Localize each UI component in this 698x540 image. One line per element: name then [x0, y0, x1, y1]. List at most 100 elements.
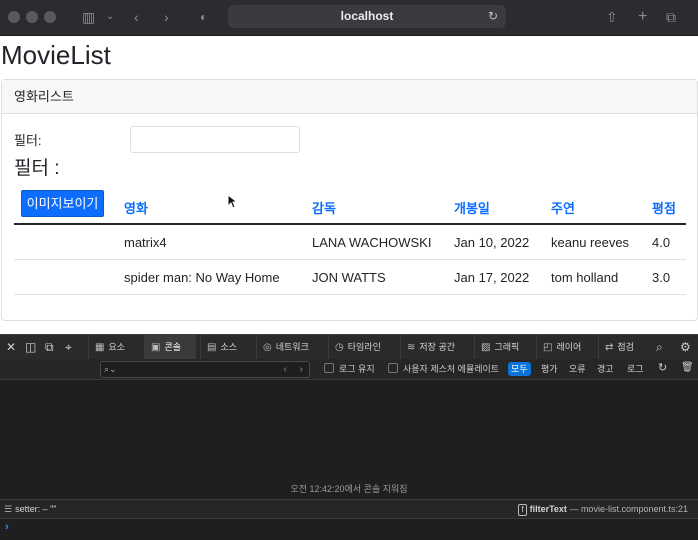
page-title: MovieList — [1, 40, 111, 70]
cell-rating: 4.0 — [652, 235, 671, 250]
checkbox-icon — [324, 363, 334, 373]
function-icon: f — [518, 504, 527, 516]
emulate-gesture-checkbox[interactable]: 사용자 제스처 에뮬레이트 — [388, 362, 499, 376]
column-header-rating[interactable]: 평점 — [652, 198, 676, 217]
table-row: matrix4 LANA WACHOWSKI Jan 10, 2022 kean… — [14, 225, 686, 260]
network-icon: ◎ — [263, 342, 272, 353]
chevron-down-icon[interactable]: ⌄ — [106, 7, 114, 27]
detach-icon[interactable]: ⧉ — [45, 335, 54, 359]
filter-label: 필터: — [14, 133, 42, 148]
tab-timeline[interactable]: ◷ 타임라인 — [328, 335, 396, 359]
cell-title: matrix4 — [124, 235, 167, 250]
source-location: — movie-list.component.ts:21 — [566, 504, 688, 514]
call-location[interactable]: f filterText — movie-list.component.ts:21 — [518, 500, 688, 518]
level-evaluations[interactable]: 평가 — [538, 362, 561, 376]
element-picker-icon[interactable]: ⌖ — [65, 335, 72, 359]
tab-overview-icon[interactable]: ⧉ — [666, 7, 676, 27]
audit-icon: ⇄ — [605, 342, 614, 353]
url-text: localhost — [340, 9, 394, 23]
tab-label: 콘솔 — [164, 342, 182, 352]
inspector-tab-bar: ✕ ◫ ⧉ ⌖ ▦ 요소 ▣ 콘솔 ▤ 소스 ◎ 네트워크 ◷ 타임라인 ≋ 저장 공간 ▨… — [0, 334, 698, 360]
level-all[interactable]: 모두 — [508, 362, 531, 376]
column-header-title[interactable]: 영화 — [124, 198, 148, 217]
web-inspector: ✕ ◫ ⧉ ⌖ ▦ 요소 ▣ 콘솔 ▤ 소스 ◎ 네트워크 ◷ 타임라인 ≋ 저장 공간 ▨… — [0, 334, 698, 540]
previous-icon[interactable]: ‹ — [284, 362, 287, 377]
page-content: MovieList 영화리스트 필터: 필터 : 이미지보이기 영화 감독 개봉… — [0, 36, 698, 334]
tab-label: 소스 — [220, 342, 238, 352]
tab-storage[interactable]: ≋ 저장 공간 — [400, 335, 472, 359]
function-name: filterText — [529, 504, 567, 514]
tab-elements[interactable]: ▦ 요소 — [88, 335, 140, 359]
cell-star: keanu reeves — [551, 235, 630, 250]
console-status-bar: ☰ setter: – "" f filterText — movie-list.c… — [0, 499, 698, 519]
tab-network[interactable]: ◎ 네트워크 — [256, 335, 324, 359]
browser-toolbar: ▥ ⌄ ‹ › ◐ localhost ↻ ⇧ + ⧉ — [0, 0, 698, 36]
refresh-icon[interactable]: ↻ — [658, 361, 667, 375]
tab-label: 레이어 — [556, 342, 582, 352]
tab-sources[interactable]: ▤ 소스 — [200, 335, 252, 359]
column-header-star[interactable]: 주연 — [551, 198, 575, 217]
layers-icon: ◰ — [543, 342, 553, 353]
console-prompt-icon[interactable]: › — [5, 521, 9, 533]
search-icon: ⌕⌄ — [104, 364, 117, 374]
console-cleared-message: 오전 12:42:20에서 콘솔 지워짐 — [290, 484, 408, 494]
forward-icon[interactable]: › — [164, 7, 169, 27]
tab-label: 저장 공간 — [419, 342, 456, 352]
shield-icon[interactable]: ◐ — [200, 7, 207, 27]
tab-console[interactable]: ▣ 콘솔 — [144, 335, 196, 359]
preserve-log-checkbox[interactable]: 로그 유지 — [324, 362, 375, 376]
level-errors[interactable]: 오류 — [566, 362, 589, 376]
table-row: spider man: No Way Home JON WATTS Jan 17… — [14, 260, 686, 295]
gear-icon[interactable]: ⚙ — [680, 335, 691, 359]
cell-star: tom holland — [551, 270, 619, 285]
close-window-button[interactable] — [8, 11, 20, 23]
level-logs[interactable]: 로그 — [624, 362, 647, 376]
movie-card: 영화리스트 필터: 필터 : 이미지보이기 영화 감독 개봉일 주연 평점 ma… — [1, 79, 698, 321]
filter-heading: 필터 : — [14, 158, 60, 179]
search-icon[interactable]: ⌕ — [656, 335, 663, 359]
close-inspector-icon[interactable]: ✕ — [6, 335, 16, 359]
reload-icon[interactable]: ↻ — [488, 5, 498, 28]
cell-release: Jan 17, 2022 — [454, 270, 530, 285]
timeline-icon: ◷ — [335, 342, 344, 353]
option-label: 로그 유지 — [339, 364, 375, 374]
tab-audit[interactable]: ⇄ 점검 — [598, 335, 650, 359]
tab-layers[interactable]: ◰ 레이어 — [536, 335, 596, 359]
cell-title: spider man: No Way Home — [124, 270, 280, 285]
tab-label: 점검 — [617, 342, 634, 352]
console-filter-bar: ⌕⌄ ‹ › 로그 유지 사용자 제스처 에뮬레이트 모두 평가 오류 경고 로… — [0, 359, 698, 380]
filter-input[interactable] — [130, 126, 300, 153]
level-warnings[interactable]: 경고 — [594, 362, 617, 376]
zoom-window-button[interactable] — [44, 11, 56, 23]
mouse-cursor-icon — [227, 194, 237, 209]
trash-icon[interactable]: 🗑 — [681, 361, 694, 375]
console-icon: ▣ — [151, 342, 161, 353]
cell-release: Jan 10, 2022 — [454, 235, 530, 250]
cell-director: LANA WACHOWSKI — [312, 235, 432, 250]
show-images-button[interactable]: 이미지보이기 — [21, 190, 104, 217]
tab-label: 타임라인 — [347, 342, 381, 352]
back-icon[interactable]: ‹ — [134, 7, 139, 27]
option-label: 사용자 제스처 에뮬레이트 — [403, 364, 500, 374]
elements-icon: ▦ — [95, 342, 105, 353]
column-header-director[interactable]: 감독 — [312, 198, 336, 217]
sidebar-icon[interactable]: ▥ — [82, 7, 95, 27]
share-icon[interactable]: ⇧ — [606, 7, 618, 27]
setter-text: setter: – "" — [15, 504, 57, 514]
graphics-icon: ▨ — [481, 342, 491, 353]
address-bar[interactable]: localhost ↻ — [228, 5, 506, 28]
sources-icon: ▤ — [207, 342, 217, 353]
tab-graphics[interactable]: ▨ 그래픽 — [474, 335, 534, 359]
breakpoint-setter: ☰ setter: – "" — [4, 500, 56, 518]
tab-label: 요소 — [108, 342, 126, 352]
console-filter-input[interactable]: ⌕⌄ ‹ › — [100, 361, 310, 378]
column-header-release[interactable]: 개봉일 — [454, 198, 490, 217]
minimize-window-button[interactable] — [26, 11, 38, 23]
checkbox-icon — [388, 363, 398, 373]
tab-label: 네트워크 — [275, 342, 309, 352]
next-icon[interactable]: › — [300, 362, 303, 377]
dock-icon[interactable]: ◫ — [25, 335, 36, 359]
list-icon: ☰ — [4, 504, 13, 514]
new-tab-icon[interactable]: + — [638, 7, 647, 27]
cell-director: JON WATTS — [312, 270, 386, 285]
